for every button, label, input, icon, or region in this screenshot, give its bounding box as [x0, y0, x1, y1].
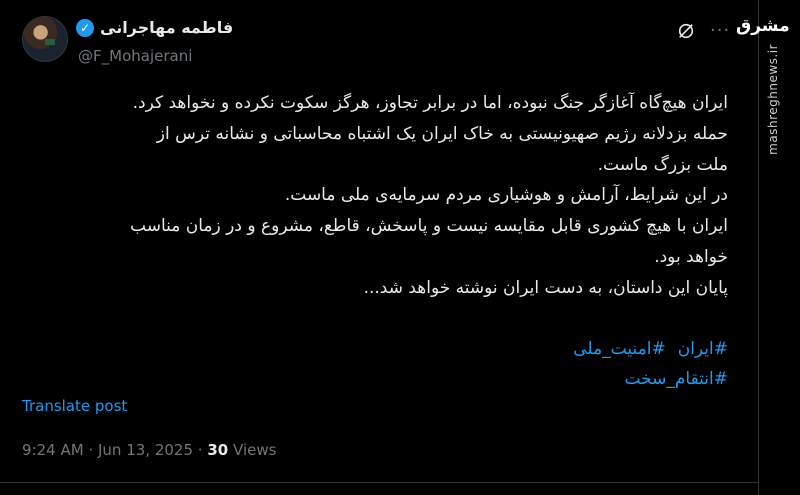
hashtag-link[interactable]: #انتقام_سخت — [624, 369, 728, 389]
post-line: حمله بزدلانه رژیم صهیونیستی به خاک ایران… — [156, 123, 728, 144]
post-line: ایران هیچ‌گاه آغازگر جنگ نبوده، اما در ب… — [132, 93, 728, 113]
bottom-divider — [0, 482, 758, 483]
author-name[interactable]: فاطمه مهاجرانی — [100, 18, 233, 37]
hashtag-link[interactable]: #امنیت_ملی — [573, 339, 665, 359]
author-name-row[interactable]: فاطمه مهاجرانی ✓ — [76, 18, 233, 37]
author-handle[interactable]: @F_Mohajerani — [78, 47, 192, 65]
post-line: در این شرایط، آرامش و هوشیاری مردم سرمای… — [284, 185, 728, 206]
post-line: خواهد بود. — [654, 246, 728, 267]
more-options-icon[interactable]: ··· — [710, 20, 730, 41]
post-line: ملت بزرگ ماست. — [597, 154, 728, 175]
meta-separator: · — [197, 441, 203, 459]
hashtags: #ایران #امنیت_ملی #انتقام_سخت — [228, 334, 728, 394]
post-line: پایان این داستان، به دست ایران نوشته خوا… — [363, 277, 728, 298]
hashtag-link[interactable]: #ایران — [678, 339, 728, 359]
post-date[interactable]: Jun 13, 2025 — [98, 441, 193, 459]
right-divider — [758, 0, 759, 495]
translate-post-link[interactable]: Translate post — [22, 397, 127, 415]
views-label: Views — [233, 441, 277, 459]
watermark-logo: مشرق — [736, 16, 790, 36]
meta-separator: · — [88, 441, 94, 459]
avatar[interactable] — [22, 16, 68, 62]
watermark-url: mashreghnews.ir — [766, 44, 780, 155]
post-time[interactable]: 9:24 AM — [22, 441, 84, 459]
post-line: ایران با هیچ کشوری قابل مقایسه نیست و پا… — [130, 216, 728, 237]
avatar-flag — [45, 39, 55, 45]
tweet-card: فاطمه مهاجرانی ✓ @F_Mohajerani ··· مشرق … — [0, 0, 800, 495]
verified-badge-icon[interactable]: ✓ — [76, 18, 94, 37]
post-meta: 9:24 AM · Jun 13, 2025 · 30 Views — [22, 441, 276, 459]
post-text: ایران هیچ‌گاه آغازگر جنگ نبوده، اما در ب… — [18, 88, 728, 304]
views-count: 30 — [207, 441, 229, 459]
grok-icon[interactable] — [677, 22, 695, 40]
